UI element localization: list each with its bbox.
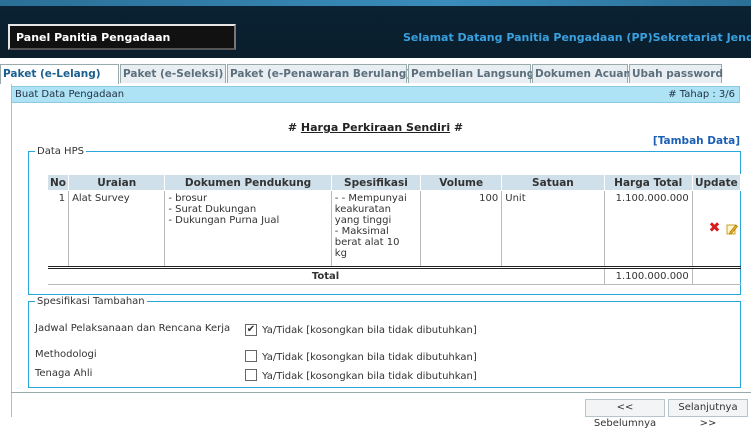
row-spesifikasi: - - Mempunyai keakuratan yang tinggi - M…: [330, 190, 421, 265]
welcome-text: Selamat Datang Panitia Pengadaan (PP)Sek…: [403, 31, 751, 44]
row-dokumen: - brosur - Surat Dukungan - Dukungan Pur…: [164, 190, 332, 265]
total-label: Total: [47, 267, 605, 285]
col-volume: Volume: [420, 174, 503, 191]
spec-label-jadwal: Jadwal Pelaksanaan dan Rencana Kerja: [35, 323, 231, 334]
next-button[interactable]: Selanjutnya >>: [668, 399, 748, 429]
row-satuan: Unit: [501, 190, 605, 265]
row-harga-total: 1.100.000.000: [603, 190, 693, 265]
checkbox-jadwal[interactable]: ✔: [245, 324, 257, 336]
spesifikasi-legend: Spesifikasi Tambahan: [37, 296, 145, 307]
row-update: ✖: [691, 190, 741, 265]
banner-stripe: [0, 0, 751, 6]
breadcrumb: Buat Data Pengadaan: [15, 89, 125, 100]
total-value: 1.100.000.000: [603, 267, 693, 285]
col-uraian: Uraian: [68, 174, 166, 191]
title-prefix: #: [287, 121, 301, 134]
tab-bar: Paket (e-Lelang) Paket (e-Seleksi) Paket…: [0, 64, 751, 84]
col-harga-total: Harga Total: [603, 174, 693, 191]
col-update: Update: [691, 174, 742, 191]
dokumen-item: - Dukungan Purna Jual: [168, 215, 280, 226]
dokumen-item: - brosur: [168, 193, 208, 204]
page-title: # Harga Perkiraan Sendiri #: [0, 121, 751, 134]
tab-dokumen-acuan[interactable]: Dokumen Acuan: [532, 64, 631, 83]
spesifikasi-line: kg: [334, 248, 347, 259]
panel-brand: Panel Panitia Pengadaan: [8, 24, 236, 50]
col-no: No: [46, 174, 70, 191]
col-spesifikasi: Spesifikasi: [330, 174, 422, 191]
spesifikasi-line: berat alat 10: [334, 237, 400, 248]
row-no: 1: [58, 193, 66, 204]
row-volume: 100: [420, 190, 502, 265]
hps-table: No Uraian Dokumen Pendukung Spesifikasi …: [46, 174, 742, 285]
edit-icon[interactable]: [726, 223, 738, 235]
top-banner: Panel Panitia Pengadaan Selamat Datang P…: [0, 0, 751, 58]
spec-label-methodologi: Methodologi: [35, 349, 97, 360]
spesifikasi-line: - Maksimal: [334, 226, 389, 237]
divider: [11, 392, 751, 393]
tab-e-lelang[interactable]: Paket (e-Lelang): [0, 64, 119, 84]
spesifikasi-line: keakuratan: [334, 204, 391, 215]
stage-indicator: # Tahap : 3/6: [668, 89, 735, 100]
spesifikasi-line: yang tinggi: [334, 215, 392, 226]
spec-text-tenaga-ahli: Ya/Tidak [kosongkan bila tidak dibutuhka…: [262, 371, 477, 382]
table-row: 1 Alat Survey - brosur - Surat Dukungan …: [48, 190, 741, 265]
tab-ubah-password[interactable]: Ubah password: [629, 64, 723, 83]
spec-label-tenaga-ahli: Tenaga Ahli: [35, 368, 93, 379]
col-dokumen: Dokumen Pendukung: [164, 174, 332, 191]
tab-pembelian-langsung[interactable]: Pembelian Langsung: [408, 64, 534, 83]
hps-fieldset: Data HPS No Uraian Dokumen Pendukung Spe…: [28, 146, 742, 295]
title-suffix: #: [450, 121, 464, 134]
tab-e-penawaran-berulang[interactable]: Paket (e-Penawaran Berulang): [227, 64, 411, 83]
spec-text-methodologi: Ya/Tidak [kosongkan bila tidak dibutuhka…: [262, 352, 477, 363]
spesifikasi-tambahan-fieldset: Spesifikasi Tambahan Jadwal Pelaksanaan …: [28, 296, 741, 388]
title-main: Harga Perkiraan Sendiri: [300, 121, 451, 134]
hps-legend: Data HPS: [37, 146, 84, 157]
spec-text-jadwal: Ya/Tidak [kosongkan bila tidak dibutuhka…: [262, 325, 477, 336]
tab-e-seleksi[interactable]: Paket (e-Seleksi): [120, 64, 226, 83]
previous-button[interactable]: << Sebelumnya: [585, 399, 665, 429]
checkbox-tenaga-ahli[interactable]: [245, 369, 257, 381]
row-uraian: Alat Survey: [68, 190, 165, 265]
total-row: Total 1.100.000.000: [47, 267, 741, 285]
checkbox-methodologi[interactable]: [245, 350, 257, 362]
delete-icon[interactable]: ✖: [709, 220, 721, 236]
breadcrumb-bar: Buat Data Pengadaan # Tahap : 3/6: [11, 86, 740, 103]
dokumen-item: - Surat Dukungan: [168, 204, 257, 215]
brand-title: Panel Panitia Pengadaan: [16, 31, 171, 44]
spesifikasi-line: - - Mempunyai: [334, 193, 407, 204]
col-satuan: Satuan: [501, 174, 605, 191]
